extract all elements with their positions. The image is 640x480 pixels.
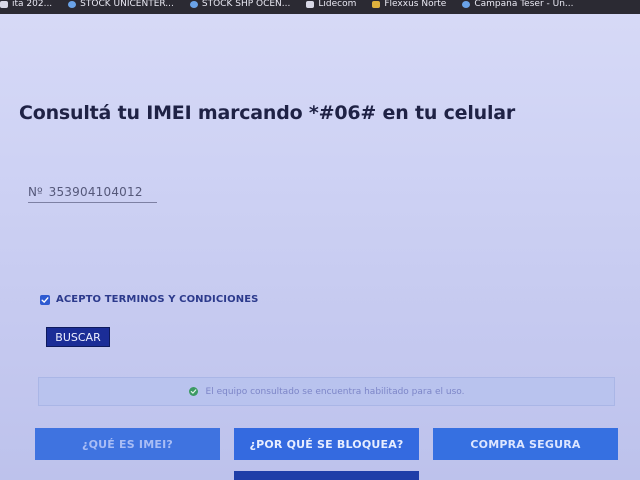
bookmark-item-lidecom[interactable]: Lidecom — [306, 0, 357, 9]
bookmark-item-stock-unicenter[interactable]: STOCK UNICENTER... — [68, 0, 174, 9]
bookmark-item-campana[interactable]: Campaña Teser - Un... — [462, 0, 574, 9]
partial-button[interactable] — [234, 471, 419, 480]
bookmark-item-ita[interactable]: ita 202... — [0, 0, 53, 9]
why-blocked-button[interactable]: ¿POR QUÉ SE BLOQUEA? — [234, 428, 419, 460]
bookmark-label: STOCK SHP OCEN... — [201, 0, 291, 9]
bookmark-item-flexxus[interactable]: Flexxus Norte — [372, 0, 447, 9]
page-title: Consultá tu IMEI marcando *#06# en tu ce… — [19, 102, 516, 124]
imei-prefix: Nº — [28, 185, 43, 199]
doc-icon — [306, 0, 315, 8]
bookmark-label: STOCK UNICENTER... — [80, 0, 174, 9]
check-circle-icon — [188, 387, 198, 396]
terms-checkbox-row[interactable]: ACEPTO TERMINOS Y CONDICIONES — [40, 294, 258, 305]
result-message: El equipo consultado se encuentra habili… — [205, 386, 465, 397]
result-alert: El equipo consultado se encuentra habili… — [38, 377, 615, 406]
terms-checkbox[interactable] — [40, 294, 50, 305]
globe-icon — [462, 0, 471, 8]
globe-icon — [68, 0, 77, 8]
bookmark-label: Campaña Teser - Un... — [474, 0, 574, 9]
doc-icon — [0, 0, 8, 8]
terms-label: ACEPTO TERMINOS Y CONDICIONES — [56, 294, 259, 305]
bookmarks-bar: ita 202... STOCK UNICENTER... STOCK SHP … — [0, 0, 640, 14]
check-icon — [41, 296, 49, 303]
imei-value: 353904104012 — [48, 185, 143, 199]
globe-icon — [189, 0, 198, 8]
search-button[interactable]: BUSCAR — [46, 327, 110, 347]
imei-input[interactable]: Nº 353904104012 — [28, 182, 157, 203]
screen: ita 202... STOCK UNICENTER... STOCK SHP … — [0, 0, 640, 480]
bookmark-item-stock-shp[interactable]: STOCK SHP OCEN... — [189, 0, 291, 9]
bookmark-label: ita 202... — [12, 0, 53, 9]
bookmark-label: Lidecom — [318, 0, 357, 9]
what-is-imei-button[interactable]: ¿QUÉ ES IMEI? — [35, 428, 220, 460]
folder-icon — [372, 0, 381, 8]
bookmark-label: Flexxus Norte — [384, 0, 447, 9]
safe-purchase-button[interactable]: COMPRA SEGURA — [433, 428, 618, 460]
